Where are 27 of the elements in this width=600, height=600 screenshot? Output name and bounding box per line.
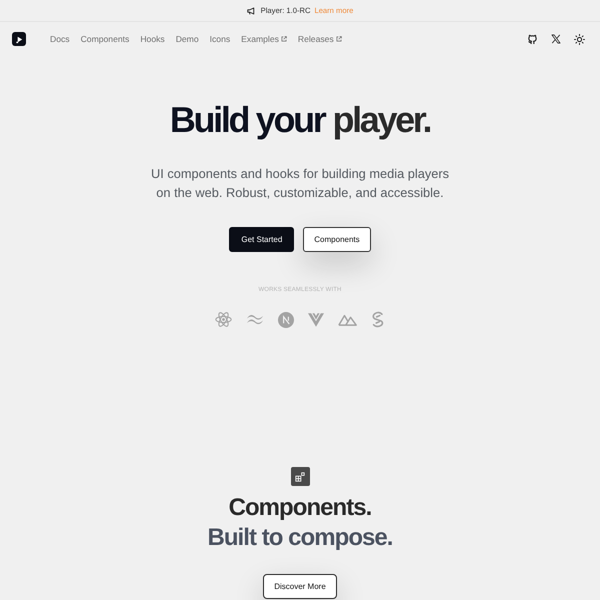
components-icon: [290, 467, 310, 486]
nav-link[interactable]: Releases: [298, 32, 342, 46]
x-logo-icon[interactable]: [551, 34, 561, 44]
sun-icon[interactable]: [574, 34, 585, 44]
n-circle-icon: [278, 312, 294, 328]
atom-icon: [215, 311, 232, 328]
nav-link[interactable]: Components: [80, 32, 130, 46]
get-started-button[interactable]: Get Started: [229, 227, 294, 252]
hero-title: Build your: [170, 102, 324, 138]
v-shape-icon: [308, 312, 324, 326]
nav-link[interactable]: Examples: [241, 32, 287, 46]
nav-link[interactable]: Demo: [176, 32, 199, 46]
s-shape-icon: [371, 311, 385, 328]
hero-description: UI components and hooks for building media players on the web. Robust, customizable, and accessible.: [150, 165, 450, 202]
nav-link[interactable]: Hooks: [140, 32, 165, 46]
discover-more-button[interactable]: Discover More: [263, 574, 337, 599]
github-icon[interactable]: [527, 34, 538, 44]
nav-link[interactable]: Icons: [210, 32, 230, 46]
waves-icon: [246, 314, 264, 325]
megaphone-icon: [246, 6, 256, 14]
mountains-icon: [338, 313, 357, 326]
section-subheading: Built to compose.: [207, 523, 393, 553]
section-heading: Components.: [228, 493, 372, 523]
nav-link[interactable]: Docs: [50, 32, 70, 46]
components-button[interactable]: Components: [303, 227, 371, 252]
logo-icon[interactable]: [12, 32, 26, 46]
hero-title-accent: player.: [332, 102, 430, 138]
